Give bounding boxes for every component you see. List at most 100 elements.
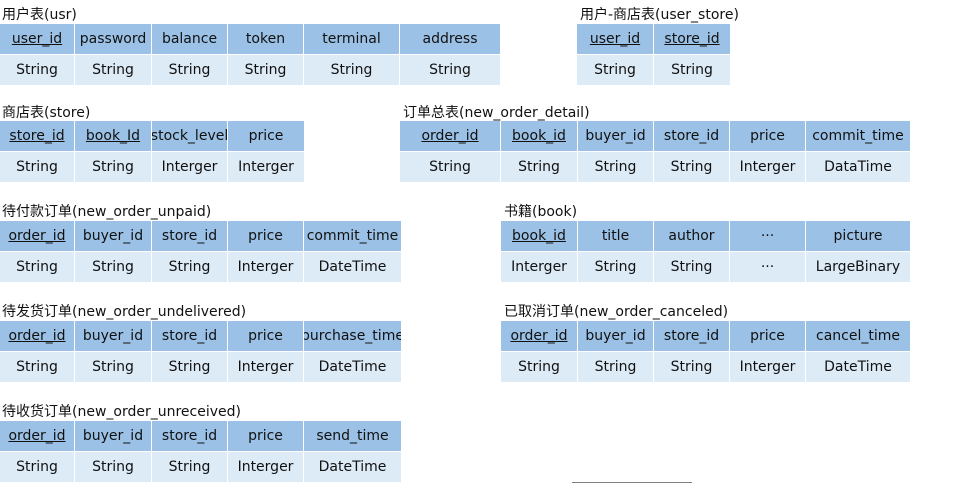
- column-name: title: [601, 228, 630, 244]
- key-column-name: order_id: [8, 328, 66, 344]
- header-row: order_id buyer_id store_id price cancel_time: [501, 321, 910, 352]
- column-header: buyer_id: [578, 121, 654, 151]
- column-header: buyer_id: [578, 321, 654, 351]
- column-header: author: [654, 221, 730, 251]
- table-grid: store_id book_Id stock_level price String Str…: [0, 121, 304, 182]
- table-title: 用户-商店表(user_store): [580, 7, 739, 23]
- key-column-name: order_id: [8, 228, 66, 244]
- column-header: price: [228, 121, 304, 151]
- column-type: String: [75, 352, 152, 382]
- column-type: String: [75, 452, 152, 482]
- column-name: store_id: [161, 228, 218, 244]
- column-type: Interger: [228, 452, 304, 482]
- column-type: String: [0, 452, 75, 482]
- column-name: send_time: [316, 428, 389, 444]
- column-type: String: [654, 352, 730, 382]
- column-header: balance: [152, 24, 228, 54]
- column-type: Interger: [228, 152, 304, 182]
- column-name: price: [750, 128, 785, 144]
- table-title: 待收货订单(new_order_unreceived): [2, 404, 241, 420]
- table-title: 书籍(book): [504, 204, 578, 220]
- key-column-name: user_id: [11, 31, 63, 47]
- column-type: String: [654, 252, 730, 282]
- column-type: Interger: [228, 352, 304, 382]
- column-header: user_id: [0, 24, 75, 54]
- header-row: order_id buyer_id store_id price purchase_ti…: [0, 321, 401, 352]
- header-row: book_id title author ··· picture: [501, 221, 910, 252]
- column-header: user_id: [577, 24, 654, 54]
- column-header: token: [228, 24, 304, 54]
- column-type: String: [75, 152, 152, 182]
- column-header: price: [730, 321, 806, 351]
- column-type: Interger: [152, 152, 228, 182]
- type-row: String String String Interger DateTime: [0, 352, 401, 382]
- column-header: address: [400, 24, 500, 54]
- column-header: price: [228, 221, 304, 251]
- column-type: DateTime: [304, 352, 401, 382]
- column-type: Interger: [730, 152, 806, 182]
- column-type: Interger: [501, 252, 578, 282]
- column-name: buyer_id: [585, 128, 646, 144]
- key-column-name: book_id: [512, 128, 566, 144]
- column-type: String: [578, 252, 654, 282]
- column-header: book_id: [501, 121, 578, 151]
- type-row: String String String Interger DateTime: [0, 452, 401, 482]
- column-name: price: [248, 128, 284, 144]
- column-type: ···: [730, 252, 806, 282]
- column-type: String: [577, 55, 654, 85]
- column-type: DateTime: [806, 352, 910, 382]
- key-column-name: book_id: [512, 228, 566, 244]
- column-type: String: [0, 152, 75, 182]
- column-type: String: [501, 352, 578, 382]
- table-grid: user_id store_id String String: [577, 24, 730, 85]
- header-row: order_id book_id buyer_id store_id price comm…: [400, 121, 910, 152]
- column-name: token: [245, 31, 286, 47]
- column-header: buyer_id: [75, 221, 152, 251]
- key-column-name: book_Id: [85, 128, 141, 144]
- column-name: picture: [833, 228, 883, 244]
- column-type: Interger: [730, 352, 806, 382]
- column-type: Interger: [228, 252, 304, 282]
- column-type: String: [501, 152, 578, 182]
- column-type: String: [400, 55, 500, 85]
- column-name: address: [422, 31, 478, 47]
- column-name: terminal: [322, 31, 381, 47]
- column-name: price: [248, 328, 283, 344]
- column-type: String: [400, 152, 501, 182]
- column-name: cancel_time: [816, 328, 900, 344]
- column-name: buyer_id: [82, 328, 144, 344]
- column-header: commit_time: [304, 221, 401, 251]
- column-name: price: [248, 228, 283, 244]
- column-name: price: [750, 328, 785, 344]
- column-header: store_id: [654, 121, 730, 151]
- table-title: 已取消订单(new_order_canceled): [504, 304, 729, 320]
- column-name: buyer_id: [585, 328, 646, 344]
- key-column-name: order_id: [421, 128, 479, 144]
- column-header: store_id: [654, 24, 730, 54]
- column-name: ···: [760, 228, 775, 244]
- column-header: picture: [806, 221, 910, 251]
- column-header: purchase_time: [304, 321, 401, 351]
- table-title: 订单总表(new_order_detail): [403, 105, 590, 121]
- column-header: order_id: [501, 321, 578, 351]
- header-row: user_id store_id: [577, 24, 730, 55]
- column-header: buyer_id: [75, 421, 152, 451]
- column-header: store_id: [0, 121, 75, 151]
- column-header: send_time: [304, 421, 401, 451]
- table-grid: order_id buyer_id store_id price commit_time…: [0, 221, 401, 282]
- type-row: Interger String String ··· LargeBinary: [501, 252, 910, 282]
- key-column-name: order_id: [510, 328, 568, 344]
- type-row: String String Interger Interger: [0, 152, 304, 182]
- key-column-name: store_id: [664, 31, 720, 47]
- column-name: store_id: [161, 328, 218, 344]
- table-title: 用户表(usr): [2, 7, 77, 23]
- column-header: book_Id: [75, 121, 152, 151]
- table-grid: book_id title author ··· picture Interger Stri…: [501, 221, 910, 282]
- table-grid: user_id password balance token terminal addre…: [0, 24, 500, 85]
- column-type: String: [75, 55, 152, 85]
- column-header: book_id: [501, 221, 578, 251]
- column-name: commit_time: [812, 128, 904, 144]
- column-header: cancel_time: [806, 321, 910, 351]
- table-title: 待发货订单(new_order_undelivered): [2, 304, 247, 320]
- column-name: author: [668, 228, 715, 244]
